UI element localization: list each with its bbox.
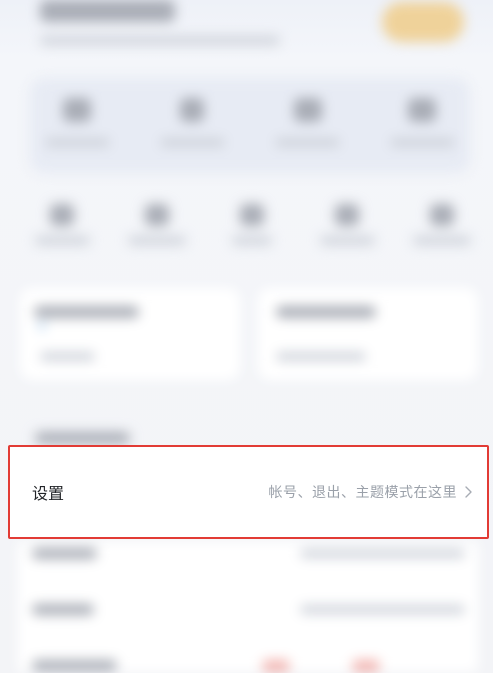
blurred-tool-icon-5 — [430, 204, 454, 226]
blurred-tool-label-5 — [413, 236, 471, 245]
blurred-quick-icon-1 — [63, 98, 91, 122]
blurred-info-card-1-dot — [38, 323, 46, 329]
blurred-info-card-2 — [258, 288, 478, 380]
blurred-row-3-title — [32, 660, 117, 671]
chevron-right-icon — [463, 484, 475, 500]
blurred-tool-label-2 — [128, 236, 186, 245]
blurred-row-3-badge-2 — [352, 660, 380, 672]
blurred-list-card — [18, 542, 478, 672]
blurred-info-card-1 — [20, 288, 240, 380]
blurred-row-2-title — [32, 604, 94, 615]
settings-title: 设置 — [32, 484, 65, 503]
blurred-tool-icon-4 — [335, 204, 359, 226]
blurred-section-header — [35, 432, 130, 444]
blurred-quick-label-1 — [45, 138, 110, 147]
blurred-tool-label-4 — [320, 236, 375, 245]
blurred-tool-label-3 — [232, 236, 272, 245]
blurred-quick-label-4 — [390, 138, 455, 147]
blurred-row-1-sub — [300, 549, 465, 558]
blurred-tool-label-1 — [35, 236, 90, 245]
blurred-info-card-2-title — [276, 306, 376, 318]
blurred-info-card-1-title — [34, 306, 139, 318]
blurred-quick-label-2 — [160, 138, 225, 147]
blurred-quick-icon-4 — [408, 98, 436, 122]
blurred-tool-icon-2 — [145, 204, 169, 226]
blurred-tool-icon-3 — [240, 204, 264, 226]
blurred-quick-actions-card — [30, 78, 470, 173]
blurred-vip-badge — [382, 2, 464, 42]
blurred-username — [40, 0, 175, 22]
blurred-row-3-badge-1 — [262, 660, 290, 672]
blurred-background — [0, 0, 493, 673]
blurred-row-2-sub — [300, 605, 465, 614]
blurred-user-subtitle — [40, 36, 280, 45]
settings-subtitle: 帐号、退出、主题模式在这里 — [268, 485, 457, 501]
blurred-info-card-2-text — [276, 352, 366, 361]
blurred-quick-label-3 — [275, 138, 340, 147]
profile-page: 设置 帐号、退出、主题模式在这里 — [0, 0, 493, 673]
settings-right-group: 帐号、退出、主题模式在这里 — [269, 482, 476, 502]
blurred-quick-icon-3 — [294, 98, 322, 122]
blurred-row-1-title — [32, 548, 97, 559]
settings-row[interactable]: 设置 帐号、退出、主题模式在这里 — [8, 445, 489, 539]
blurred-quick-icon-2 — [180, 98, 204, 122]
blurred-tool-icon-1 — [50, 204, 74, 226]
blurred-info-card-1-text — [40, 352, 95, 361]
